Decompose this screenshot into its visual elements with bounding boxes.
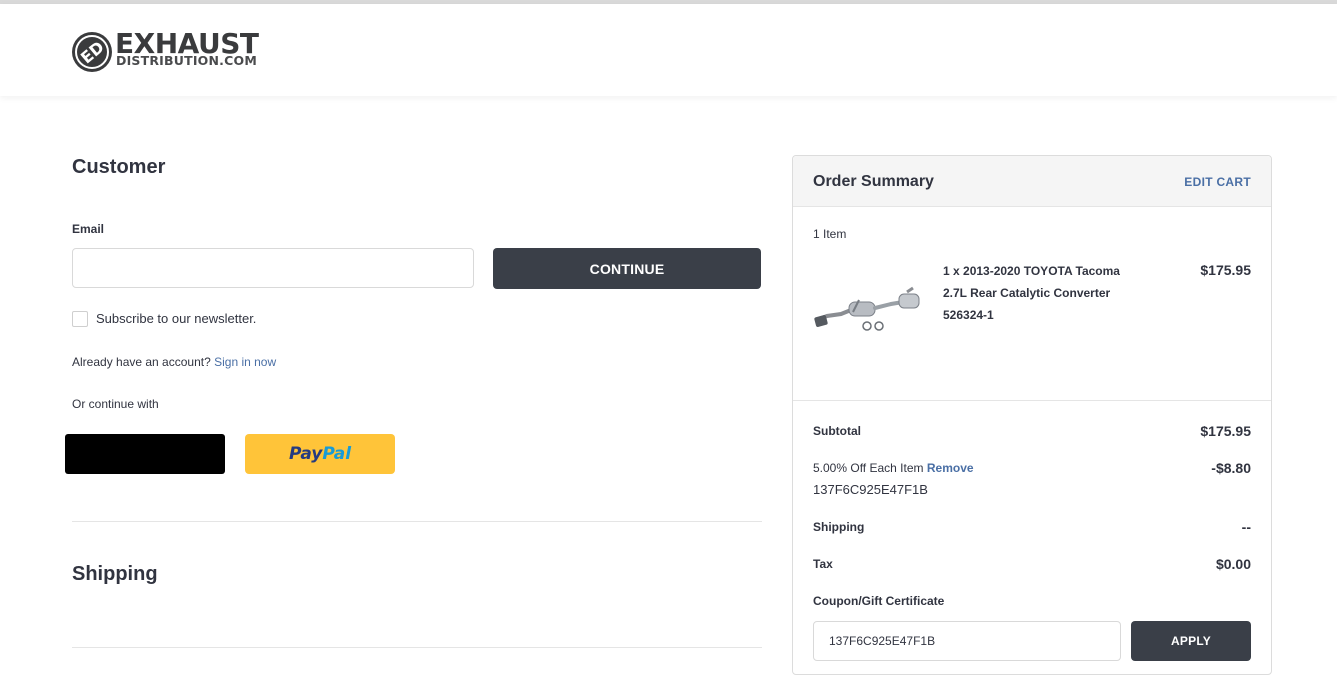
site-header: ED EXHAUST DISTRIBUTION.COM [0, 4, 1337, 96]
product-name-line: 2.7L Rear Catalytic Converter [943, 286, 1111, 300]
coupon-toggle-link[interactable]: Coupon/Gift Certificate [813, 594, 944, 608]
newsletter-checkbox[interactable] [72, 311, 88, 327]
site-logo[interactable]: ED EXHAUST DISTRIBUTION.COM [71, 28, 301, 74]
coupon-input[interactable]: 137F6C925E47F1B [813, 621, 1121, 661]
product-price: $175.95 [1200, 262, 1251, 278]
discount-code: 137F6C925E47F1B [813, 482, 928, 497]
summary-divider [793, 400, 1271, 401]
order-summary-header: Order Summary EDIT CART [793, 156, 1271, 207]
email-label: Email [72, 222, 105, 236]
paypal-logo-part1: Pay [288, 444, 323, 464]
tax-label: Tax [813, 557, 833, 571]
edit-cart-link[interactable]: EDIT CART [1184, 175, 1251, 189]
shipping-heading: Shipping [72, 563, 158, 585]
shipping-value: -- [1241, 519, 1251, 535]
subtotal-value: $175.95 [1200, 423, 1251, 439]
newsletter-label: Subscribe to our newsletter. [96, 311, 257, 326]
logo-badge-icon: ED [72, 32, 112, 72]
account-prompt-line: Already have an account? Sign in now [72, 355, 276, 369]
product-name: 1 x 2013-2020 TOYOTA Tacoma 2.7L Rear Ca… [943, 260, 1133, 326]
item-count: 1 Item [813, 227, 847, 241]
subtotal-label: Subtotal [813, 424, 861, 438]
paypal-button[interactable]: PayPal [245, 434, 395, 474]
section-divider [72, 647, 762, 648]
discount-value: -$8.80 [1211, 460, 1251, 476]
product-name-line: 1 x 2013-2020 TOYOTA Tacoma [943, 264, 1120, 278]
shipping-label: Shipping [813, 520, 865, 534]
sign-in-link[interactable]: Sign in now [214, 355, 276, 369]
paypal-logo-part2: Pal [322, 444, 352, 464]
discount-remove-link[interactable]: Remove [927, 461, 974, 475]
account-prompt-text: Already have an account? [72, 355, 211, 369]
email-input[interactable] [72, 248, 474, 288]
section-divider [72, 521, 762, 522]
paypal-logo-icon: PayPal [289, 444, 351, 464]
order-summary-title: Order Summary [813, 173, 934, 190]
tax-value: $0.00 [1215, 556, 1251, 572]
logo-sub-text: DISTRIBUTION.COM [116, 53, 257, 68]
continue-with-text: Or continue with [72, 397, 159, 411]
discount-label: 5.00% Off Each Item [813, 461, 924, 475]
product-sku: 526324-1 [943, 308, 994, 322]
apply-coupon-button[interactable]: APPLY [1131, 621, 1251, 661]
order-summary-panel: Order Summary EDIT CART 1 Item 1 x 2013-… [792, 155, 1272, 675]
discount-line: 5.00% Off Each Item Remove [813, 461, 974, 475]
product-image [814, 286, 920, 331]
continue-button[interactable]: CONTINUE [493, 248, 761, 289]
redacted-payment-button[interactable] [65, 434, 225, 474]
customer-heading: Customer [72, 156, 166, 178]
